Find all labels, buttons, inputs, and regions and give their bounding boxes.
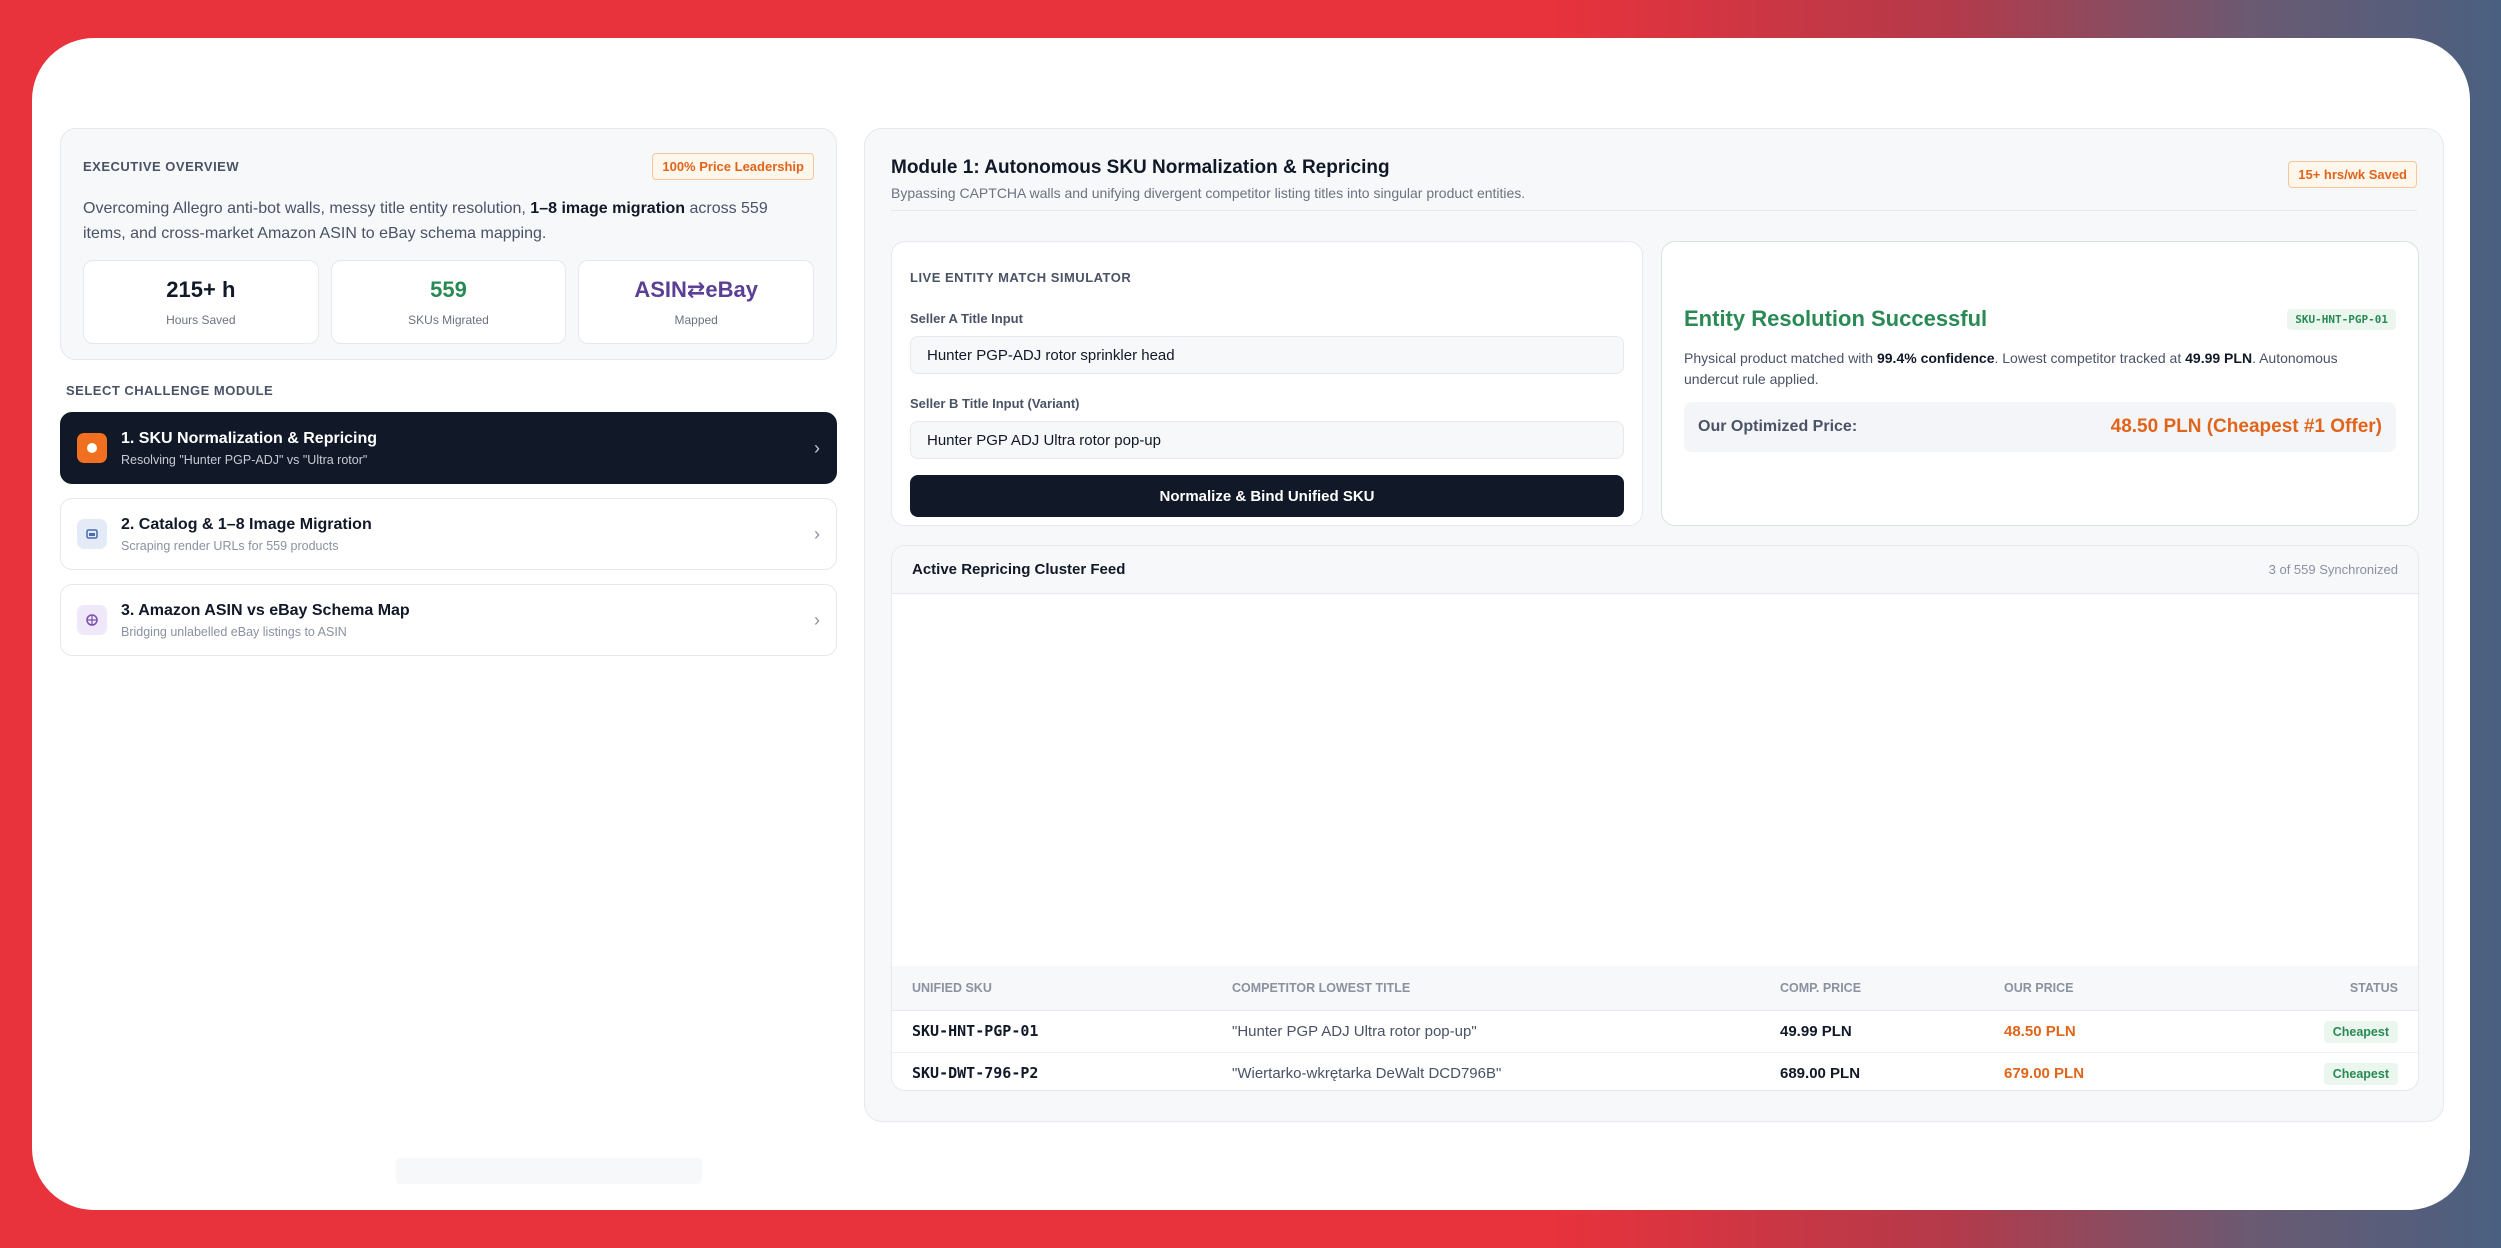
module-subtitle: Bridging unlabelled eBay listings to ASI… [121, 624, 347, 639]
stat-hours-saved: 215+ h Hours Saved [83, 260, 319, 344]
result-confidence: 99.4% confidence [1876, 350, 1995, 366]
column-header-unified-sku: UNIFIED SKU [892, 966, 1212, 1011]
repricing-table: UNIFIED SKU COMPETITOR LOWEST TITLE COMP… [892, 966, 2418, 1090]
table-header-row: UNIFIED SKU COMPETITOR LOWEST TITLE COMP… [892, 966, 2418, 1011]
entity-resolution-result: Entity Resolution Successful SKU-HNT-PGP… [1661, 241, 2419, 526]
optimized-price-label: Our Optimized Price: [1698, 418, 1858, 435]
status-badge: Cheapest [2323, 1062, 2398, 1085]
optimized-price-box: Our Optimized Price: 48.50 PLN (Cheapest… [1684, 402, 2396, 452]
seller-a-label: Seller A Title Input [910, 311, 1023, 326]
result-title: Entity Resolution Successful [1684, 306, 1988, 331]
seller-b-title-input[interactable] [910, 421, 1624, 459]
feed-empty-area [892, 594, 2418, 966]
module-text: 2. Catalog & 1–8 Image Migration Scrapin… [121, 516, 814, 553]
cell-unified-sku: SKU-HNT-PGP-01 [892, 1010, 1212, 1053]
column-header-status: STATUS [2206, 966, 2418, 1011]
feed-header: Active Repricing Cluster Feed 3 of 559 S… [892, 546, 2418, 594]
module-section-label: SELECT CHALLENGE MODULE [66, 383, 274, 398]
stat-value: ASIN⇄eBay [634, 277, 758, 302]
chevron-right-icon: › [814, 609, 820, 630]
column-header-comp-price: COMP. PRICE [1760, 966, 1984, 1011]
cell-our-price: 679.00 PLN [1984, 1052, 2207, 1090]
module-title: 2. Catalog & 1–8 Image Migration [121, 515, 372, 533]
executive-description-bold: 1–8 image migration [530, 200, 686, 217]
column-header-competitor-title: COMPETITOR LOWEST TITLE [1212, 966, 1760, 1011]
status-badge: Cheapest [2323, 1020, 2398, 1043]
module-header: Module 1: Autonomous SKU Normalization &… [891, 157, 2417, 211]
module-subtitle: Scraping render URLs for 559 products [121, 538, 339, 553]
repricing-cluster-feed: Active Repricing Cluster Feed 3 of 559 S… [891, 545, 2419, 1091]
stat-label: SKUs Migrated [408, 313, 489, 327]
cell-competitor-title: "Wiertarko-wkrętarka DeWalt DCD796B" [1212, 1052, 1760, 1090]
result-desc-pre: Physical product matched with [1684, 350, 1877, 366]
image-icon [77, 519, 107, 549]
executive-description: Overcoming Allegro anti-bot walls, messy… [83, 196, 814, 246]
module-subtitle: Resolving "Hunter PGP-ADJ" vs "Ultra rot… [121, 452, 368, 467]
cell-comp-price: 49.99 PLN [1760, 1010, 1984, 1053]
bottom-placeholder-strip [396, 1158, 702, 1184]
result-desc-mid: . Lowest competitor tracked at [1994, 350, 2186, 366]
cell-competitor-title: "Hunter PGP ADJ Ultra rotor pop-up" [1212, 1010, 1760, 1053]
stat-label: Mapped [674, 313, 718, 327]
table-row[interactable]: SKU-HNT-PGP-01 "Hunter PGP ADJ Ultra rot… [892, 1010, 2418, 1053]
entity-match-simulator: LIVE ENTITY MATCH SIMULATOR Seller A Tit… [891, 241, 1643, 526]
module-subtitle: Bypassing CAPTCHA walls and unifying div… [891, 185, 1526, 201]
executive-overview-eyebrow: EXECUTIVE OVERVIEW [83, 159, 240, 174]
cell-status: Cheapest [2206, 1052, 2418, 1090]
stat-value: 215+ h [166, 277, 236, 302]
optimized-price-value: 48.50 PLN (Cheapest #1 Offer) [2110, 416, 2382, 437]
executive-description-pre: Overcoming Allegro anti-bot walls, messy… [83, 200, 531, 217]
stat-asin-ebay-mapped: ASIN⇄eBay Mapped [578, 260, 815, 344]
hours-saved-badge: 15+ hrs/wk Saved [2288, 161, 2417, 188]
module-title: 1. SKU Normalization & Repricing [121, 429, 378, 447]
cell-comp-price: 689.00 PLN [1760, 1052, 1984, 1090]
result-sku-badge: SKU-HNT-PGP-01 [2287, 308, 2396, 330]
chevron-right-icon: › [814, 437, 820, 458]
bolt-icon [77, 433, 107, 463]
module-item-sku-normalization[interactable]: 1. SKU Normalization & Repricing Resolvi… [60, 412, 837, 484]
module-text: 3. Amazon ASIN vs eBay Schema Map Bridgi… [121, 602, 814, 639]
price-leadership-badge: 100% Price Leadership [652, 153, 814, 180]
stat-value: 559 [430, 277, 467, 302]
feed-sync-count: 3 of 559 Synchronized [2268, 562, 2398, 577]
table-row[interactable]: SKU-DWT-796-P2 "Wiertarko-wkrętarka DeWa… [892, 1052, 2418, 1090]
seller-a-title-input[interactable] [910, 336, 1624, 374]
seller-b-label: Seller B Title Input (Variant) [910, 396, 1080, 411]
cell-status: Cheapest [2206, 1010, 2418, 1053]
stat-skus-migrated: 559 SKUs Migrated [330, 260, 567, 344]
result-competitor-price: 49.99 PLN [2185, 350, 2253, 366]
stat-label: Hours Saved [166, 313, 236, 327]
executive-overview-card: EXECUTIVE OVERVIEW 100% Price Leadership… [60, 128, 837, 360]
feed-title: Active Repricing Cluster Feed [912, 561, 1126, 578]
module-item-image-migration[interactable]: 2. Catalog & 1–8 Image Migration Scrapin… [60, 498, 837, 570]
cell-our-price: 48.50 PLN [1984, 1010, 2207, 1053]
module-item-asin-ebay-map[interactable]: 3. Amazon ASIN vs eBay Schema Map Bridgi… [60, 584, 837, 656]
result-description: Physical product matched with 99.4% conf… [1684, 348, 2396, 390]
result-header: Entity Resolution Successful SKU-HNT-PGP… [1684, 306, 2396, 332]
globe-icon [77, 605, 107, 635]
module-title: Module 1: Autonomous SKU Normalization &… [891, 157, 1390, 178]
chevron-right-icon: › [814, 523, 820, 544]
executive-overview-header: EXECUTIVE OVERVIEW 100% Price Leadership [83, 153, 814, 180]
normalize-bind-button[interactable]: Normalize & Bind Unified SKU [910, 475, 1624, 517]
column-header-our-price: OUR PRICE [1984, 966, 2207, 1011]
app-window: EXECUTIVE OVERVIEW 100% Price Leadership… [32, 38, 2470, 1210]
module-title: 3. Amazon ASIN vs eBay Schema Map [121, 601, 410, 619]
cell-unified-sku: SKU-DWT-796-P2 [892, 1052, 1212, 1090]
stats-row: 215+ h Hours Saved 559 SKUs Migrated ASI… [83, 260, 815, 344]
module-text: 1. SKU Normalization & Repricing Resolvi… [121, 430, 814, 467]
module-detail-panel: Module 1: Autonomous SKU Normalization &… [864, 128, 2444, 1122]
simulator-eyebrow: LIVE ENTITY MATCH SIMULATOR [910, 270, 1132, 285]
